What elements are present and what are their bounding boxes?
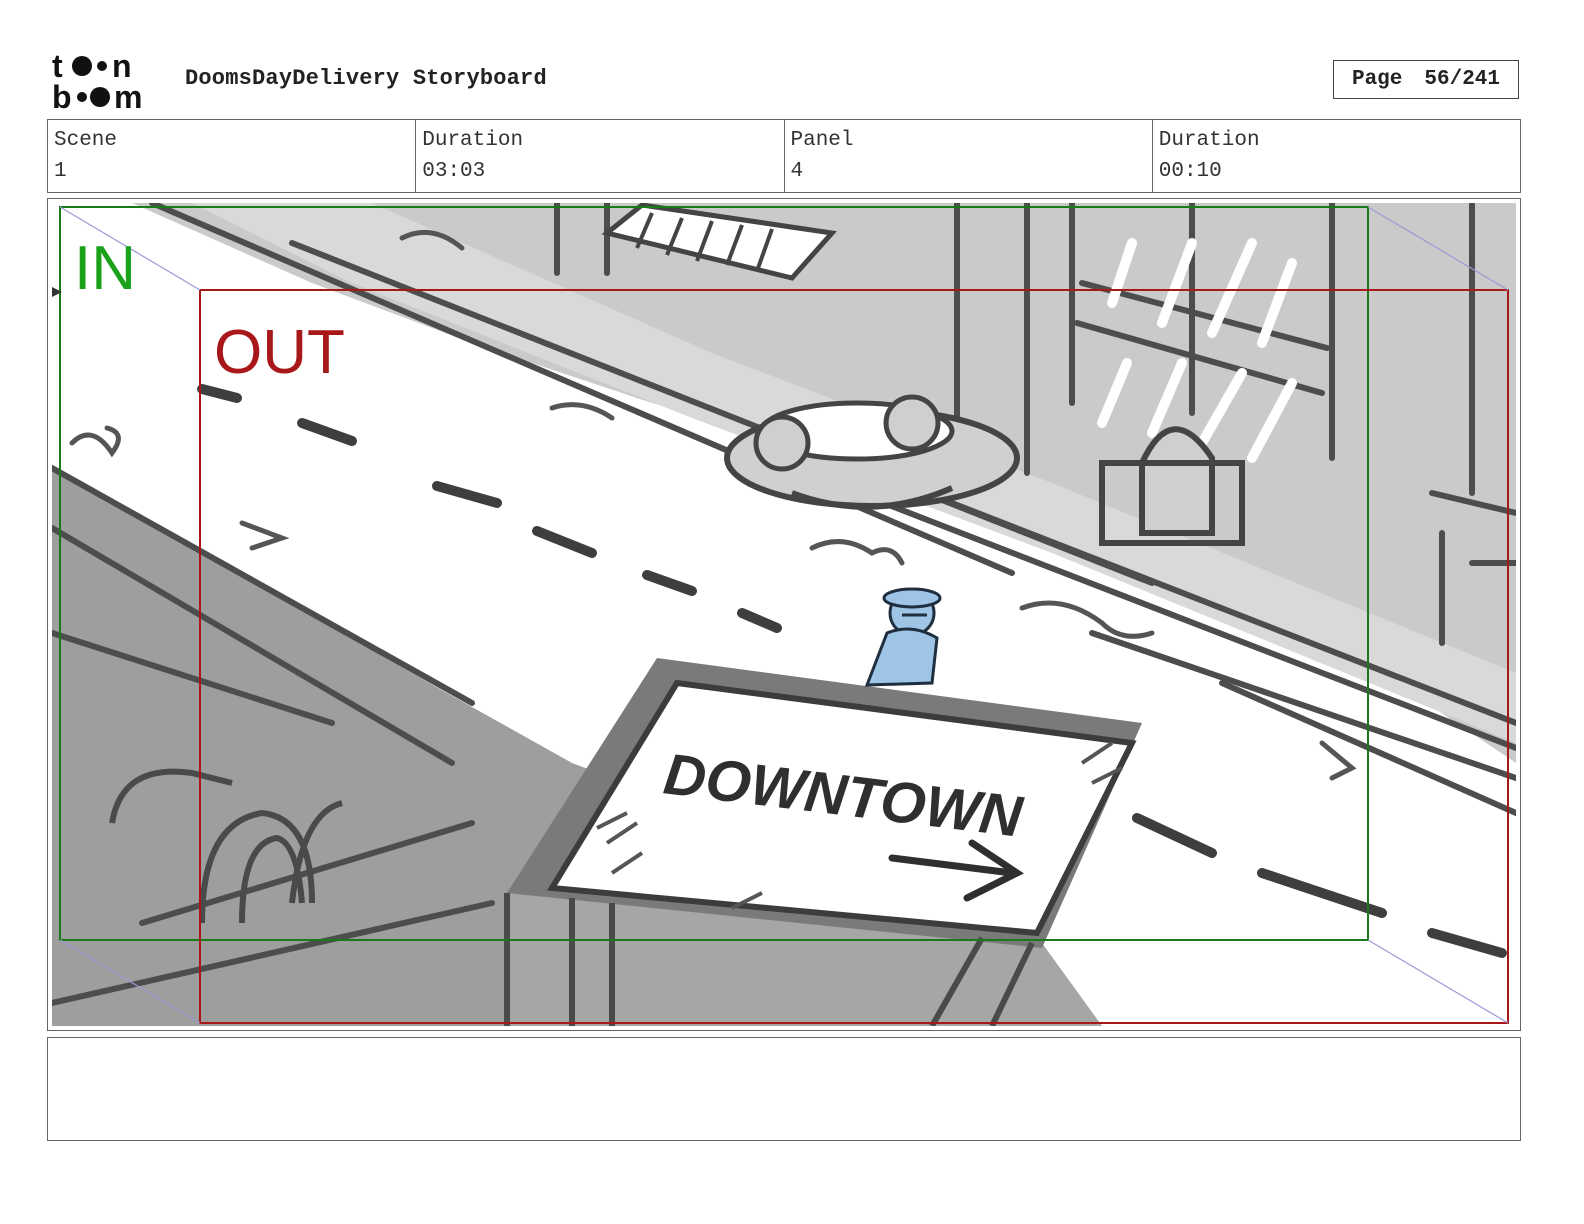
out-label: OUT bbox=[214, 318, 345, 387]
svg-text:b: b bbox=[52, 79, 72, 112]
panel-sketch: DOWNTOWN IN OUT bbox=[52, 203, 1516, 1026]
scene-duration-label: Duration bbox=[422, 129, 524, 152]
toonboom-logo: t n b m bbox=[52, 50, 142, 112]
scene-cell: Scene 1 bbox=[48, 120, 417, 192]
scene-duration-value: 03:03 bbox=[422, 160, 486, 183]
panel-duration-value: 00:10 bbox=[1158, 160, 1222, 183]
page-indicator: Page 56/241 bbox=[1333, 60, 1519, 99]
svg-text:m: m bbox=[114, 79, 142, 112]
panel-duration-label: Duration bbox=[1158, 129, 1260, 152]
page-number: 56/241 bbox=[1424, 68, 1501, 91]
panel-duration-cell: Duration 00:10 bbox=[1153, 120, 1520, 192]
panel-label: Panel bbox=[790, 129, 854, 152]
document-title: DoomsDayDelivery Storyboard bbox=[185, 66, 547, 91]
panel-cell: Panel 4 bbox=[785, 120, 1153, 192]
scene-value: 1 bbox=[54, 160, 67, 183]
panel-frame: DOWNTOWN IN OUT bbox=[47, 198, 1521, 1031]
scene-label: Scene bbox=[54, 129, 118, 152]
panel-value: 4 bbox=[790, 160, 804, 183]
caption-box[interactable] bbox=[47, 1037, 1521, 1141]
scene-duration-cell: Duration 03:03 bbox=[416, 120, 785, 192]
page-label: Page bbox=[1351, 68, 1403, 91]
info-row: Scene 1 Duration 03:03 Panel 4 Duration … bbox=[47, 119, 1521, 193]
in-label: IN bbox=[74, 234, 136, 303]
